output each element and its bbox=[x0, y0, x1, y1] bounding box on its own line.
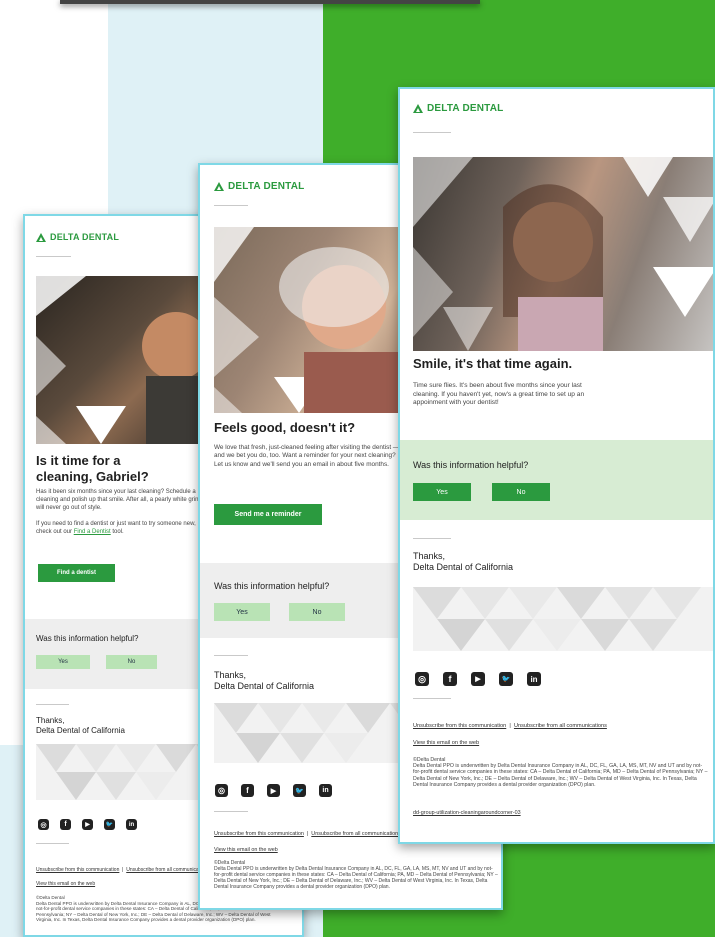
signoff: Thanks, Delta Dental of California bbox=[214, 670, 314, 693]
sender-line: Delta Dental of California bbox=[36, 726, 125, 735]
logo-text: DELTA DENTAL bbox=[50, 232, 120, 242]
linkedin-icon[interactable]: in bbox=[527, 672, 541, 686]
background-top-edge bbox=[60, 0, 480, 4]
social-icons: ◎ f ▶ 🐦 in bbox=[415, 672, 541, 686]
unsubscribe-all-link[interactable]: Unsubscribe from all communications bbox=[126, 867, 209, 873]
divider bbox=[413, 538, 451, 539]
sender-line: Delta Dental of California bbox=[214, 681, 315, 692]
youtube-icon[interactable]: ▶ bbox=[267, 784, 280, 797]
headline: Is it time for a cleaning, Gabriel? bbox=[36, 453, 149, 484]
view-web-link-row: View this email on the web bbox=[413, 740, 479, 746]
legal-text: Delta Dental PPO is underwritten by Delt… bbox=[413, 763, 708, 788]
unsubscribe-all-link[interactable]: Unsubscribe from all communications bbox=[311, 831, 401, 837]
triangle-pattern bbox=[413, 587, 713, 651]
sender-line: Delta Dental of California bbox=[413, 562, 514, 573]
legal-copy: ©Delta Dental Delta Dental PPO is underw… bbox=[413, 757, 708, 788]
delta-dental-logo: DELTA DENTAL bbox=[413, 103, 503, 114]
social-icons: ◎ f ▶ 🐦 in bbox=[215, 784, 332, 797]
instagram-icon[interactable]: ◎ bbox=[215, 784, 228, 797]
triangle-pattern-graphic bbox=[413, 587, 713, 651]
find-a-dentist-button[interactable]: Find a dentist bbox=[38, 564, 115, 582]
headline: Smile, it's that time again. bbox=[413, 356, 573, 371]
unsubscribe-links: Unsubscribe from this communication | Un… bbox=[214, 831, 401, 837]
campaign-id-link[interactable]: dd-group-utilization-cleaningaroundcorne… bbox=[413, 810, 521, 816]
logo-text: DELTA DENTAL bbox=[228, 181, 305, 192]
send-reminder-button[interactable]: Send me a reminder bbox=[214, 504, 322, 525]
linkedin-icon[interactable]: in bbox=[319, 784, 332, 797]
view-on-web-link[interactable]: View this email on the web bbox=[413, 740, 479, 746]
divider bbox=[214, 811, 248, 812]
unsubscribe-links: Unsubscribe from this communication | Un… bbox=[36, 867, 210, 873]
legal-copy: ©Delta Dental Delta Dental PPO is underw… bbox=[214, 860, 499, 890]
delta-dental-logo: DELTA DENTAL bbox=[36, 232, 119, 242]
no-button[interactable]: No bbox=[106, 655, 157, 669]
delta-triangle-icon bbox=[214, 182, 224, 191]
yes-button[interactable]: Yes bbox=[214, 603, 270, 621]
unsubscribe-this-link[interactable]: Unsubscribe from this communication bbox=[413, 723, 506, 729]
helpful-question: Was this information helpful? bbox=[413, 460, 529, 470]
thanks-line: Thanks, bbox=[413, 551, 446, 561]
yes-button[interactable]: Yes bbox=[413, 483, 471, 501]
hero-image-woman-smiling-in-car bbox=[413, 157, 713, 351]
delta-triangle-icon bbox=[413, 104, 423, 113]
unsubscribe-links: Unsubscribe from this communication | Un… bbox=[413, 723, 607, 729]
no-button[interactable]: No bbox=[289, 603, 345, 621]
twitter-icon[interactable]: 🐦 bbox=[104, 819, 115, 830]
signoff: Thanks, Delta Dental of California bbox=[36, 716, 125, 736]
helpful-question: Was this information helpful? bbox=[214, 581, 330, 591]
helpful-question: Was this information helpful? bbox=[36, 634, 139, 643]
para2-suffix: tool. bbox=[110, 528, 124, 535]
thanks-line: Thanks, bbox=[36, 716, 65, 725]
email-card-right: DELTA DENTAL Smile, it's that time again… bbox=[398, 87, 715, 844]
instagram-icon[interactable]: ◎ bbox=[38, 819, 49, 830]
thanks-line: Thanks, bbox=[214, 670, 247, 680]
instagram-icon[interactable]: ◎ bbox=[415, 672, 429, 686]
divider bbox=[36, 704, 69, 705]
unsubscribe-all-link[interactable]: Unsubscribe from all communications bbox=[514, 723, 607, 729]
view-web-link-row: View this email on the web bbox=[36, 881, 95, 887]
body-paragraph: We love that fresh, just-cleaned feeling… bbox=[214, 444, 400, 468]
campaign-id-row: dd-group-utilization-cleaningaroundcorne… bbox=[413, 810, 521, 816]
body-paragraph: Time sure flies. It's been about five mo… bbox=[413, 382, 585, 407]
divider bbox=[214, 655, 248, 656]
view-web-link-row: View this email on the web bbox=[214, 847, 278, 853]
unsubscribe-this-link[interactable]: Unsubscribe from this communication bbox=[214, 831, 304, 837]
legal-text: Delta Dental PPO is underwritten by Delt… bbox=[214, 866, 498, 890]
linkedin-icon[interactable]: in bbox=[126, 819, 137, 830]
view-on-web-link[interactable]: View this email on the web bbox=[214, 847, 278, 853]
body-paragraph-1: Has it been six months since your last c… bbox=[36, 489, 199, 511]
no-button[interactable]: No bbox=[492, 483, 550, 501]
delta-triangle-icon bbox=[36, 232, 46, 242]
twitter-icon[interactable]: 🐦 bbox=[293, 784, 306, 797]
helpful-panel bbox=[400, 440, 713, 520]
youtube-icon[interactable]: ▶ bbox=[82, 819, 93, 830]
youtube-icon[interactable]: ▶ bbox=[471, 672, 485, 686]
divider bbox=[36, 843, 69, 844]
facebook-icon[interactable]: f bbox=[60, 819, 71, 830]
divider bbox=[413, 132, 451, 133]
logo-text: DELTA DENTAL bbox=[427, 103, 504, 114]
body-paragraph-2: If you need to find a dentist or just wa… bbox=[36, 521, 201, 537]
yes-button[interactable]: Yes bbox=[36, 655, 90, 669]
find-a-dentist-link[interactable]: Find a Dentist bbox=[74, 529, 111, 535]
facebook-icon[interactable]: f bbox=[443, 672, 457, 686]
view-on-web-link[interactable]: View this email on the web bbox=[36, 881, 95, 887]
hero-triangle-overlay bbox=[413, 157, 713, 351]
divider bbox=[36, 256, 71, 257]
divider bbox=[413, 698, 451, 699]
delta-dental-logo: DELTA DENTAL bbox=[214, 181, 304, 192]
twitter-icon[interactable]: 🐦 bbox=[499, 672, 513, 686]
facebook-icon[interactable]: f bbox=[241, 784, 254, 797]
unsubscribe-this-link[interactable]: Unsubscribe from this communication bbox=[36, 867, 119, 873]
signoff: Thanks, Delta Dental of California bbox=[413, 551, 513, 574]
divider bbox=[214, 205, 248, 206]
social-icons: ◎ f ▶ 🐦 in bbox=[38, 819, 137, 830]
